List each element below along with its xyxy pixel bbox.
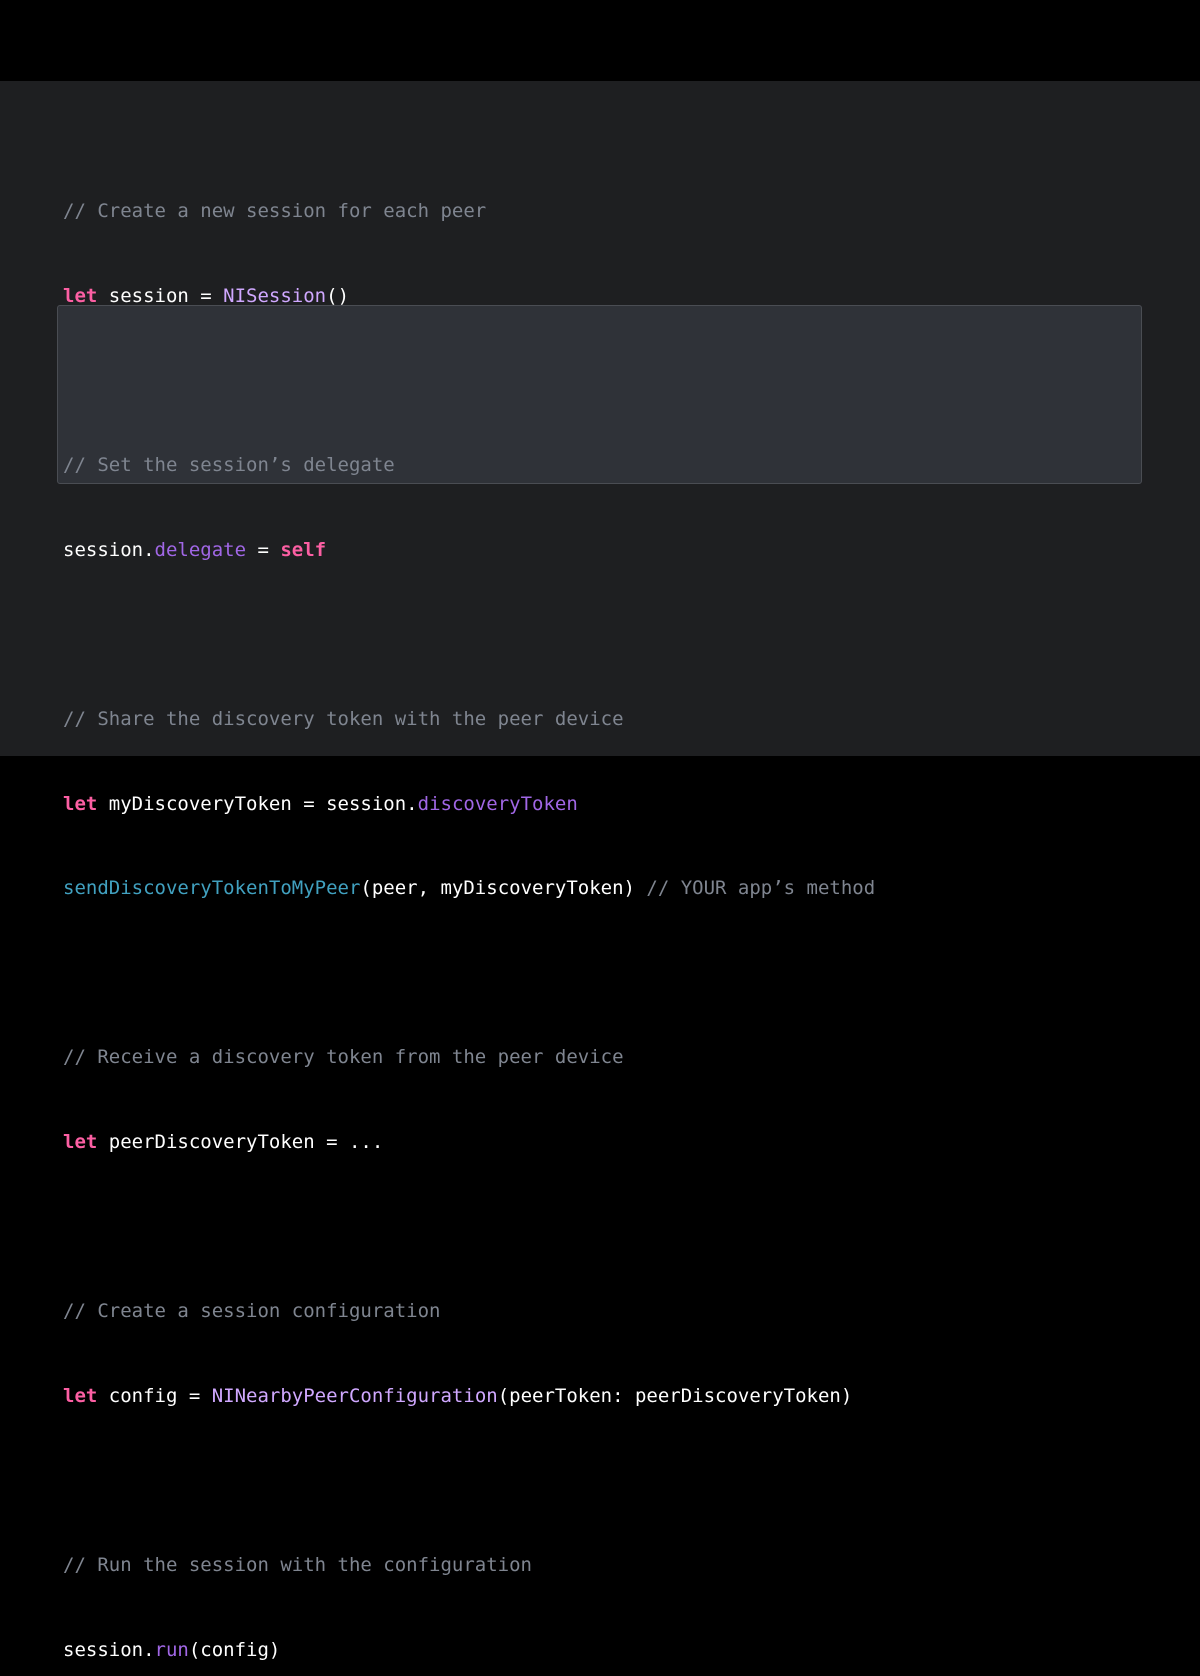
code-keyword: let: [63, 285, 98, 307]
code-line-1: // Create a new session for each peer: [63, 197, 875, 225]
code-property: delegate: [154, 538, 247, 561]
code-type: NISession: [223, 285, 327, 307]
code-comment: // Create a session configuration: [63, 1300, 441, 1323]
code-line-8: let myDiscoveryToken = session.discovery…: [63, 790, 875, 818]
code-line-7: // Share the discovery token with the pe…: [63, 705, 875, 733]
code-type: NINearbyPeerConfiguration: [211, 1384, 498, 1407]
code-function: sendDiscoveryTokenToMyPeer: [63, 877, 361, 900]
code-line-18: session.run(config): [63, 1636, 875, 1664]
code-text: =: [246, 538, 281, 561]
code-line-5: session.delegate = self: [63, 536, 875, 564]
code-comment: // YOUR app’s method: [646, 877, 876, 900]
code-text: session.: [63, 538, 155, 561]
code-text: session =: [97, 285, 224, 307]
code-line-12: let peerDiscoveryToken = ...: [63, 1128, 875, 1156]
code-keyword: let: [63, 1130, 98, 1153]
code-line-15: let config = NINearbyPeerConfiguration(p…: [63, 1382, 875, 1410]
code-text: myDiscoveryToken = session.: [97, 792, 418, 815]
code-keyword: let: [63, 792, 98, 815]
code-property: run: [154, 1638, 189, 1661]
code-text: (config): [188, 1638, 281, 1661]
code-text: (peerToken: peerDiscoveryToken): [497, 1384, 853, 1407]
code-listing: // Create a new session for each peer le…: [63, 141, 875, 1676]
code-keyword: self: [280, 538, 327, 561]
code-comment: // Receive a discovery token from the pe…: [63, 1046, 624, 1069]
code-comment: // Run the session with the configuratio…: [63, 1553, 532, 1576]
code-text: peerDiscoveryToken = ...: [97, 1130, 384, 1153]
code-property: discoveryToken: [417, 792, 578, 815]
code-comment: // Share the discovery token with the pe…: [63, 707, 624, 730]
code-text: config =: [97, 1384, 212, 1407]
code-line-9: sendDiscoveryTokenToMyPeer(peer, myDisco…: [63, 874, 875, 902]
code-comment: // Set the session’s delegate: [63, 454, 395, 477]
code-line-2: let session = NISession(): [63, 282, 875, 310]
code-text: session.: [63, 1638, 155, 1661]
code-comment: // Create a new session for each peer: [63, 200, 487, 223]
code-line-4: // Set the session’s delegate: [63, 451, 875, 479]
code-text: (peer, myDiscoveryToken): [360, 877, 647, 900]
code-line-17: // Run the session with the configuratio…: [63, 1551, 875, 1579]
code-line-11: // Receive a discovery token from the pe…: [63, 1043, 875, 1071]
code-text: (): [326, 285, 350, 307]
code-line-14: // Create a session configuration: [63, 1297, 875, 1325]
code-keyword: let: [63, 1384, 98, 1407]
